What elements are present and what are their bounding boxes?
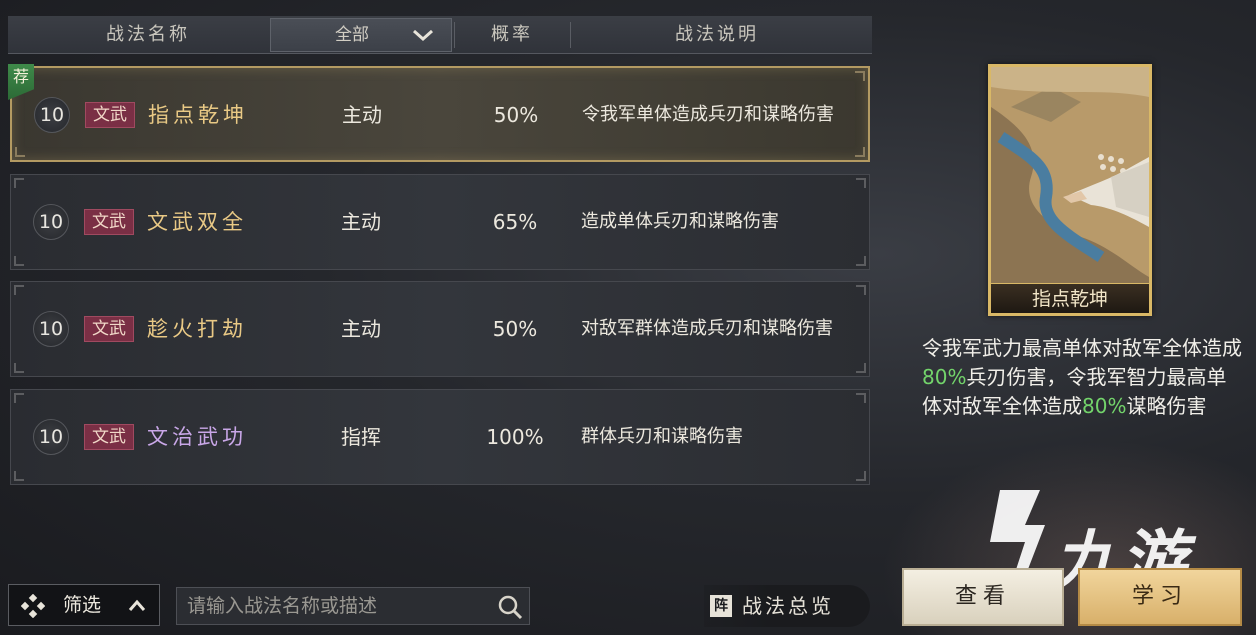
tactic-rate: 65% [492, 210, 538, 234]
corner-ornament [856, 178, 866, 188]
search-icon[interactable] [497, 594, 523, 620]
corner-ornament [14, 471, 24, 481]
table-header: 战法名称 全部 概率 战法说明 [8, 16, 872, 54]
tactic-desc: 群体兵刃和谋略伤害 [581, 426, 743, 447]
corner-ornament [14, 393, 24, 403]
desc-text: 谋略伤害 [1126, 394, 1207, 418]
corner-ornament [856, 393, 866, 403]
corner-ornament [855, 71, 865, 81]
desc-text: 令我军武力最高单体对敌军全体造成 [922, 336, 1242, 360]
tactic-card-art [991, 67, 1149, 283]
corner-ornament [14, 285, 24, 295]
tactic-rate: 50% [493, 103, 539, 127]
tactic-level: 10 [33, 311, 69, 347]
tactic-level: 10 [33, 419, 69, 455]
tactic-card: 指点乾坤 [988, 64, 1152, 316]
overview-icon: 阵 [710, 595, 732, 617]
corner-ornament [14, 256, 24, 266]
chevron-up-icon [128, 599, 146, 611]
tactic-name: 文治武功 [147, 425, 247, 449]
tactic-name: 指点乾坤 [148, 103, 248, 127]
tactics-overview-button[interactable]: 阵 战法总览 [704, 585, 870, 627]
tactic-desc: 对敌军群体造成兵刃和谋略伤害 [581, 318, 833, 339]
tactic-desc: 造成单体兵刃和谋略伤害 [581, 211, 779, 232]
tactic-name: 文武双全 [147, 210, 247, 234]
chevron-down-icon [413, 29, 433, 42]
tactic-row[interactable]: 10 文武 趁火打劫 主动 50% 对敌军群体造成兵刃和谋略伤害 [10, 281, 870, 377]
tactic-desc: 令我军单体造成兵刃和谋略伤害 [582, 104, 834, 125]
tactic-name: 趁火打劫 [147, 317, 247, 341]
header-divider [570, 22, 571, 48]
filter-button[interactable]: 筛选 [8, 584, 160, 626]
corner-ornament [15, 147, 25, 157]
tactic-kind: 主动 [341, 317, 381, 341]
tactic-row[interactable]: 10 文武 文治武功 指挥 100% 群体兵刃和谋略伤害 [10, 389, 870, 485]
type-filter-dropdown[interactable]: 全部 [270, 18, 452, 52]
tactic-detail-description: 令我军武力最高单体对敌军全体造成80%兵刃伤害，令我军智力最高单体对敌军全体造成… [922, 334, 1242, 421]
search-box [176, 587, 530, 625]
tactic-kind: 主动 [342, 103, 382, 127]
tactic-rate: 100% [486, 425, 544, 449]
tactic-kind: 指挥 [341, 425, 381, 449]
view-button[interactable]: 查看 [902, 568, 1064, 626]
tactic-row[interactable]: 10 文武 文武双全 主动 65% 造成单体兵刃和谋略伤害 [10, 174, 870, 270]
header-name: 战法名称 [106, 24, 190, 45]
corner-ornament [14, 363, 24, 373]
overview-label: 战法总览 [742, 594, 834, 618]
desc-highlight: 80% [922, 365, 967, 389]
corner-ornament [856, 363, 866, 373]
search-input[interactable] [177, 588, 487, 624]
diamond-grid-icon [21, 594, 45, 618]
tactic-row[interactable]: 10 文武 指点乾坤 主动 50% 令我军单体造成兵刃和谋略伤害 [10, 66, 870, 162]
filter-label: 筛选 [63, 594, 102, 616]
tactic-type-badge: 文武 [85, 102, 135, 128]
header-rate: 概率 [491, 24, 533, 45]
header-divider [454, 22, 455, 48]
tactic-type-badge: 文武 [84, 209, 134, 235]
header-desc: 战法说明 [675, 24, 759, 45]
tactic-kind: 主动 [341, 210, 381, 234]
corner-ornament [14, 178, 24, 188]
type-filter-value: 全部 [335, 25, 369, 45]
corner-ornament [855, 147, 865, 157]
tactic-level: 10 [33, 204, 69, 240]
corner-ornament [856, 285, 866, 295]
corner-ornament [856, 256, 866, 266]
tactic-type-badge: 文武 [84, 424, 134, 450]
tactic-card-name: 指点乾坤 [991, 283, 1149, 313]
desc-highlight: 80% [1082, 394, 1127, 418]
corner-ornament [856, 471, 866, 481]
learn-button[interactable]: 学习 [1078, 568, 1242, 626]
tactic-type-badge: 文武 [84, 316, 134, 342]
tactic-rate: 50% [492, 317, 538, 341]
tactic-level: 10 [34, 97, 70, 133]
